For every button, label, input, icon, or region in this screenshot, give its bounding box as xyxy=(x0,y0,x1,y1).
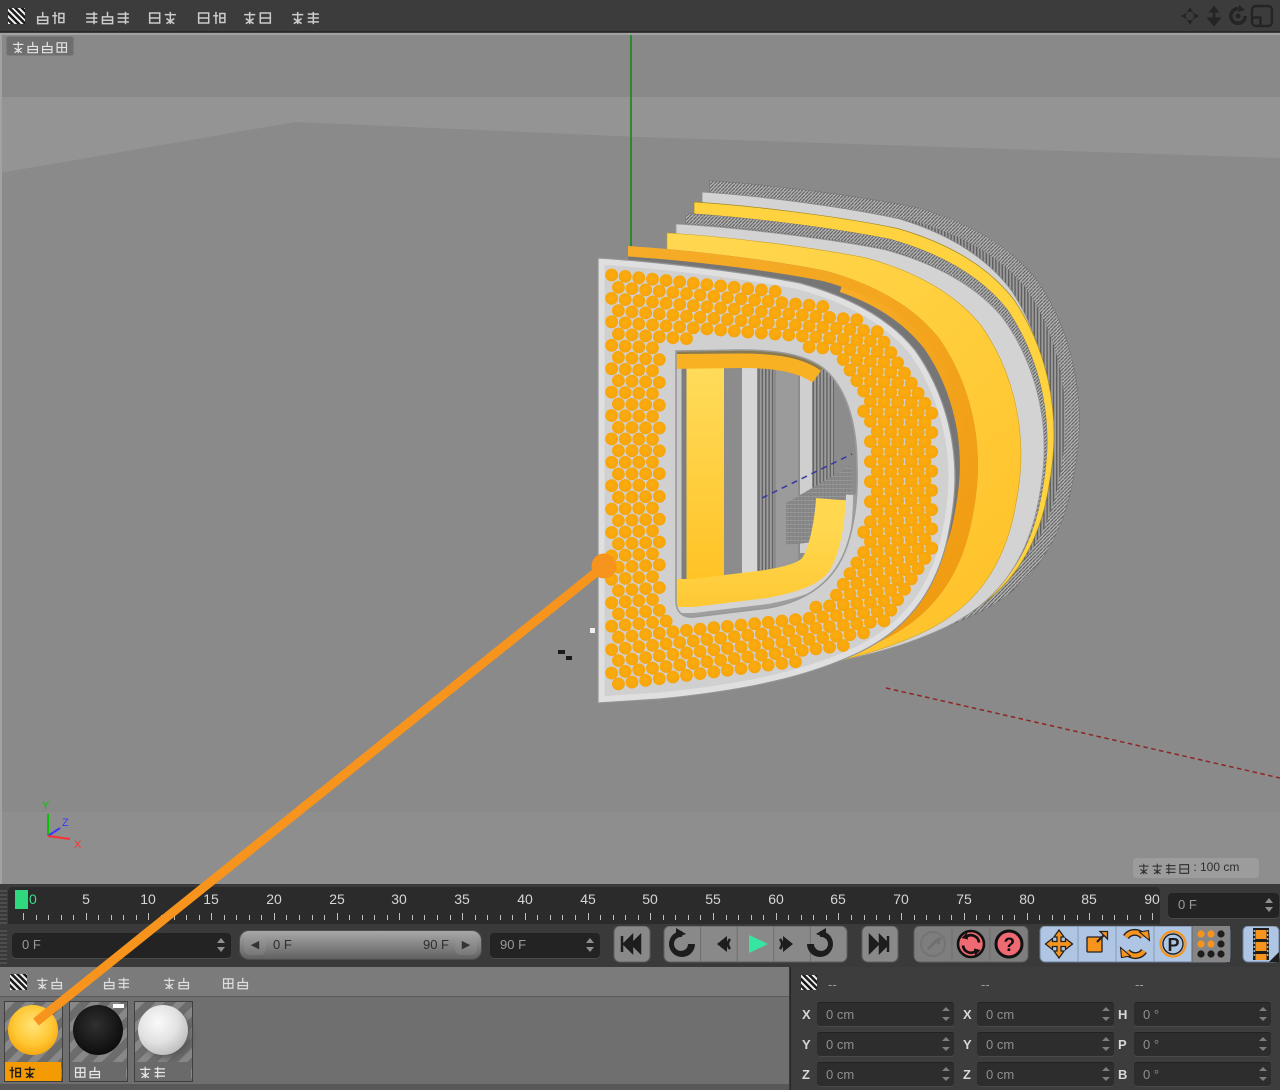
svg-text:Y: Y xyxy=(42,800,50,812)
svg-text:?: ? xyxy=(1004,935,1016,956)
svg-text:P: P xyxy=(1168,935,1180,955)
svg-text:Z: Z xyxy=(62,817,69,829)
svg-text:X: X xyxy=(74,839,82,851)
